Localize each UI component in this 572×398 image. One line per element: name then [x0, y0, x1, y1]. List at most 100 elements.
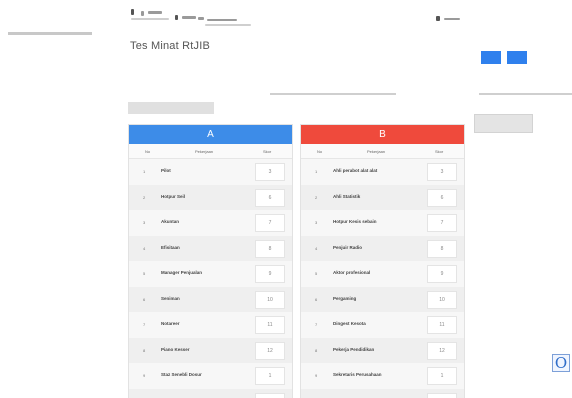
- table-row: 2 Hotpur Seil 6: [129, 184, 292, 210]
- score-input[interactable]: 9: [427, 265, 457, 283]
- header-mark: [141, 11, 144, 16]
- row-number: 4: [315, 245, 318, 251]
- score-input[interactable]: 7: [255, 214, 285, 232]
- panel-a-rows: 1 Pilot 3 2 Hotpur Seil 6 3 Akuntan 7 4 Efisitaan 8…: [129, 159, 292, 398]
- job-name: Penjuir Radio: [333, 244, 363, 250]
- table-row: 6 Seniman 10: [129, 286, 292, 312]
- row-number: 2: [143, 194, 146, 200]
- header-mark: [205, 24, 251, 26]
- separator-line: [270, 93, 396, 95]
- header-mark: [175, 15, 178, 20]
- job-name: Seniman: [161, 295, 180, 301]
- score-input[interactable]: 1: [427, 367, 457, 385]
- job-name: Aktor profesional: [333, 270, 371, 275]
- panel-a-column-header: No Pekerjaan Skor: [129, 144, 292, 159]
- panel-b: B No Pekerjaan Skor 1 Ahli perabot alat a…: [300, 124, 465, 398]
- blue-action-button-1[interactable]: [481, 51, 501, 64]
- score-input[interactable]: 12: [427, 341, 457, 360]
- separator-line: [479, 93, 572, 95]
- left-divider: [8, 32, 92, 35]
- job-name: Notareer: [161, 321, 180, 326]
- score-input[interactable]: 8: [427, 239, 457, 258]
- row-number: 8: [315, 347, 318, 353]
- score-input[interactable]: 12: [255, 341, 285, 360]
- score-input[interactable]: 11: [255, 316, 285, 334]
- row-number: 2: [315, 194, 318, 200]
- side-button[interactable]: [474, 114, 533, 133]
- col-job: Pekerjaan: [367, 149, 386, 154]
- header-mark: [182, 16, 196, 19]
- circle-button[interactable]: O: [552, 354, 570, 372]
- table-row: 8 Pekerja Pendidikan 12: [301, 337, 464, 363]
- table-row: 10Ahli Pertanian2: [301, 388, 464, 398]
- row-number: 5: [143, 271, 146, 276]
- row-number: 6: [315, 296, 318, 302]
- table-row: 2 Ahli Statistik 6: [301, 184, 464, 210]
- row-number: 4: [143, 245, 146, 251]
- row-number: 1: [143, 169, 146, 174]
- job-name: Ahli perabot alat alat: [333, 168, 378, 173]
- col-job: Pekerjaan: [195, 149, 214, 154]
- job-name: Ahli Statistik: [333, 193, 361, 199]
- table-row: 5 Manager Penjualan 9: [129, 261, 292, 287]
- panel-b-rows: 1 Ahli perabot alat alat 3 2 Ahli Statistik 6…: [301, 159, 464, 398]
- section-tag: [128, 102, 214, 114]
- score-input[interactable]: 6: [427, 188, 457, 207]
- row-number: 5: [315, 271, 318, 276]
- row-number: 3: [315, 220, 318, 225]
- header-mark: [131, 9, 134, 15]
- score-input[interactable]: 11: [427, 316, 457, 334]
- score-input[interactable]: 8: [255, 239, 285, 258]
- table-row: 5 Aktor profesional 9: [301, 261, 464, 287]
- col-no: No: [145, 149, 151, 154]
- table-row: 9 Sekretaris Perusahaan 1: [301, 363, 464, 389]
- table-row: 8 Piano Kesser 12: [129, 337, 292, 363]
- score-input[interactable]: 7: [427, 214, 457, 232]
- job-name: Pilot: [161, 168, 171, 173]
- score-input[interactable]: 10: [427, 290, 457, 309]
- table-row: 4 Efisitaan 8: [129, 235, 292, 261]
- table-row: 7 Dingest Kesota 11: [301, 312, 464, 338]
- header-mark: [131, 18, 169, 20]
- job-name: Dingest Kesota: [333, 321, 366, 326]
- row-number: 3: [143, 220, 146, 225]
- header-mark: [198, 17, 204, 20]
- table-row: 6 Pergaming 10: [301, 286, 464, 312]
- job-name: Hotpur Seil: [161, 193, 186, 199]
- col-score: Skor: [435, 149, 444, 154]
- panel-b-column-header: No Pekerjaan Skor: [301, 144, 464, 159]
- col-score: Skor: [263, 149, 272, 154]
- row-number: 8: [143, 347, 146, 353]
- panel-a: A No Pekerjaan Skor 1 Pilot 3 2 Hotpur Seil 6…: [128, 124, 293, 398]
- table-row: 3 Hotpur Kesis sebain 7: [301, 210, 464, 236]
- header-mark: [444, 18, 460, 20]
- job-name: Sekretaris Perusahaan: [333, 372, 382, 377]
- page-title: Tes Minat RtJIB: [130, 40, 211, 52]
- score-input[interactable]: 6: [255, 188, 285, 207]
- score-input[interactable]: 3: [427, 163, 457, 181]
- row-number: 7: [143, 322, 146, 327]
- row-number: 6: [143, 296, 146, 302]
- header-mark: [148, 11, 162, 14]
- score-input[interactable]: 10: [255, 290, 285, 309]
- table-row: 4 Penjuir Radio 8: [301, 235, 464, 261]
- job-name: Efisitaan: [161, 244, 180, 250]
- score-input[interactable]: 2: [255, 392, 285, 398]
- panel-a-header: A: [129, 125, 292, 144]
- score-input[interactable]: 1: [255, 367, 285, 385]
- job-name: Manager Penjualan: [161, 270, 203, 275]
- row-number: 9: [315, 373, 318, 378]
- score-input[interactable]: 2: [427, 392, 457, 398]
- table-row: 1 Ahli perabot alat alat 3: [301, 159, 464, 185]
- score-input[interactable]: 3: [255, 163, 285, 181]
- job-name: Piano Kesser: [161, 346, 190, 352]
- row-number: 9: [143, 373, 146, 378]
- row-number: 1: [315, 169, 318, 174]
- blue-action-button-2[interactable]: [507, 51, 527, 64]
- score-input[interactable]: 9: [255, 265, 285, 283]
- job-name: Staz Senebli Dosur: [161, 372, 202, 377]
- table-row: 3 Akuntan 7: [129, 210, 292, 236]
- job-name: Akuntan: [161, 219, 179, 224]
- col-no: No: [317, 149, 323, 154]
- job-name: Hotpur Kesis sebain: [333, 219, 377, 224]
